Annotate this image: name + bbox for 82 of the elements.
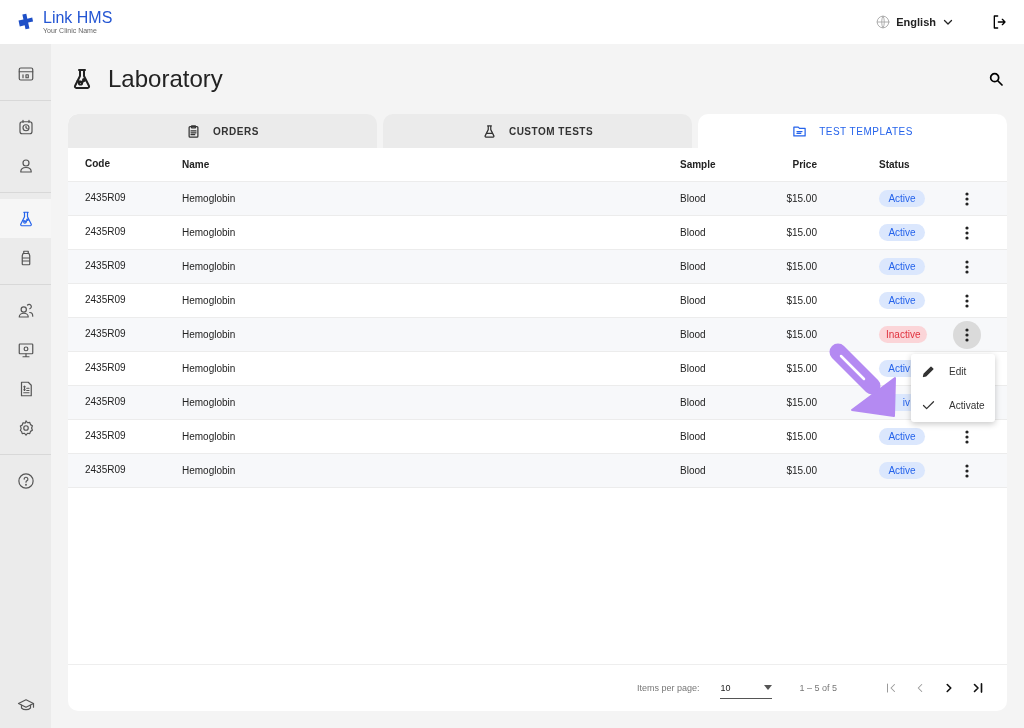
calendar-clock-icon [16, 117, 35, 136]
status-badge: Active [879, 428, 925, 445]
more-icon [965, 259, 969, 274]
table-cell-text: Blood [680, 193, 707, 204]
more-icon [965, 327, 969, 342]
table-cell-text: 2435R09 [85, 293, 127, 305]
table-cell-text: 2435R09 [85, 259, 127, 271]
clipboard-icon [186, 123, 202, 139]
status-badge: Inactive [879, 326, 928, 343]
table-cell-text: $15.00 [785, 397, 817, 408]
folder-icon [792, 123, 808, 139]
table-cell-text: Hemoglobin [182, 431, 237, 442]
last-page-icon [971, 681, 985, 695]
table-cell-text: Blood [680, 397, 707, 408]
table-cell-text: $15.00 [785, 329, 817, 340]
table-cell-text: Blood [680, 261, 707, 272]
table-cell-text: Blood [680, 363, 707, 374]
page-size-select[interactable]: 10 [720, 677, 773, 699]
table-cell-text: Hemoglobin [182, 193, 237, 204]
dropdown-caret-icon [764, 685, 773, 690]
status-badge: Active [879, 462, 925, 479]
logout-icon [991, 14, 1007, 30]
brand-name: Link HMS [43, 10, 113, 26]
table-cell-text: Hemoglobin [182, 227, 237, 238]
logo-icon [17, 13, 35, 31]
people-icon [16, 301, 35, 320]
table-cell-text: Blood [680, 329, 707, 340]
more-icon [965, 225, 969, 240]
status-badge: Active [879, 258, 925, 275]
table-cell-text: 2435R09 [85, 361, 127, 373]
table-cell-text: Hemoglobin [182, 397, 237, 408]
column-header: Sample [680, 159, 717, 170]
table-cell-text: Hemoglobin [182, 295, 237, 306]
globe-icon [876, 15, 891, 29]
table-cell-text: 2435R09 [85, 327, 127, 339]
search-icon [988, 71, 1004, 87]
table-cell-text: 2435R09 [85, 191, 127, 203]
column-header: Price [791, 159, 817, 170]
more-icon [965, 293, 969, 308]
page-title: Laboratory [108, 65, 223, 93]
table-cell-text: $15.00 [785, 431, 817, 442]
table-cell-text: Hemoglobin [182, 363, 237, 374]
sidebar-item[interactable] [0, 199, 51, 238]
table-cell-text: $15.00 [785, 227, 817, 238]
table-cell-text: Hemoglobin [182, 329, 237, 340]
table-cell-text: 2435R09 [85, 395, 127, 407]
table-cell-text: $15.00 [785, 193, 817, 204]
more-icon [965, 463, 969, 478]
help-icon [16, 471, 35, 490]
first-page-icon [884, 681, 898, 695]
table-cell-text: Hemoglobin [182, 465, 237, 476]
table-cell-text: 2435R09 [85, 429, 127, 441]
table-cell-text: 2435R09 [85, 225, 127, 237]
dashboard-icon [16, 64, 35, 83]
table-cell-text: Hemoglobin [182, 261, 237, 272]
column-header: Status [878, 159, 911, 170]
table-cell-text: 2435R09 [85, 463, 127, 475]
column-header: Code [85, 157, 111, 169]
more-icon [965, 191, 969, 206]
tab[interactable]: CUSTOM TESTS [383, 114, 692, 148]
page-range: 1 – 5 of 5 [799, 683, 837, 693]
column-header: Name [182, 159, 211, 170]
items-per-page-label: Items per page: [636, 683, 700, 693]
table-cell-text: Blood [680, 227, 707, 238]
tab[interactable]: ORDERS [68, 114, 377, 148]
table-cell-text: $15.00 [785, 295, 817, 306]
more-button[interactable] [953, 320, 981, 349]
status-badge: Active [879, 190, 925, 207]
table-cell-text: Blood [680, 295, 707, 306]
monitor-icon [16, 340, 35, 359]
language-selector[interactable]: English [876, 15, 954, 29]
status-badge: Active [879, 224, 925, 241]
table-cell-text: $15.00 [785, 363, 817, 374]
status-badge: Active [879, 292, 925, 309]
search-button[interactable] [987, 70, 1005, 88]
table-cell-text: $15.00 [785, 465, 817, 476]
table-cell-text: Blood [680, 465, 707, 476]
more-icon [965, 429, 969, 444]
table-cell-text: $15.00 [785, 261, 817, 272]
flask-icon [481, 123, 497, 139]
tab[interactable]: TEST TEMPLATES [698, 114, 1007, 148]
table-cell-text: Blood [680, 431, 707, 442]
